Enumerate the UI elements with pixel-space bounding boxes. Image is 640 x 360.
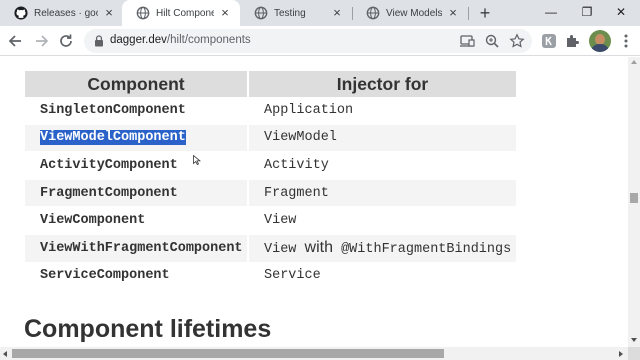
forward-button[interactable] xyxy=(30,30,52,52)
table-row: ViewModelComponent ViewModel xyxy=(25,124,516,153)
close-icon[interactable]: × xyxy=(446,6,460,20)
scrollbar-corner xyxy=(628,347,640,360)
injector-cell: Fragment xyxy=(249,179,516,208)
tab-title: Releases · google/dagger xyxy=(34,7,98,19)
component-cell: FragmentComponent xyxy=(25,179,249,208)
page-content: Component Injector for SingletonComponen… xyxy=(0,57,628,347)
table-row: ViewComponent View xyxy=(25,207,516,235)
arrow-left-icon xyxy=(8,35,21,47)
tab-hilt-components[interactable]: Hilt Components × xyxy=(122,0,240,26)
close-icon[interactable]: × xyxy=(330,6,344,20)
table-header-row: Component Injector for xyxy=(25,71,516,97)
install-app-icon[interactable] xyxy=(459,33,475,49)
column-header-injector-for: Injector for xyxy=(249,71,516,97)
tab-title: Testing xyxy=(274,7,306,19)
tab-releases[interactable]: Releases · google/dagger × xyxy=(0,0,124,26)
url-host: dagger.dev xyxy=(110,34,167,46)
components-table: Component Injector for SingletonComponen… xyxy=(25,71,516,291)
table-row: ActivityComponent Activity xyxy=(25,152,516,180)
horizontal-scroll-thumb[interactable] xyxy=(12,349,444,358)
injector-cell: View with @WithFragmentBindings xyxy=(249,234,516,263)
github-icon xyxy=(14,6,28,20)
back-button[interactable] xyxy=(5,30,27,52)
table-row: FragmentComponent Fragment xyxy=(25,179,516,208)
avatar[interactable] xyxy=(589,30,611,52)
mouse-cursor-icon xyxy=(193,155,201,165)
tab-separator xyxy=(468,7,469,20)
component-cell: ViewModelComponent xyxy=(25,124,249,153)
arrow-right-icon xyxy=(36,35,49,47)
component-cell: ActivityComponent xyxy=(25,152,249,180)
section-heading: Component lifetimes xyxy=(24,315,272,343)
close-icon[interactable]: × xyxy=(218,6,232,20)
table-row: ViewWithFragmentComponent View with @Wit… xyxy=(25,234,516,263)
reload-icon xyxy=(60,34,72,47)
new-tab-button[interactable]: + xyxy=(474,2,496,24)
vertical-scroll-thumb[interactable] xyxy=(630,193,638,203)
lock-icon[interactable] xyxy=(92,34,106,48)
injector-cell: Application xyxy=(249,97,516,125)
vertical-scrollbar[interactable] xyxy=(628,57,640,347)
restore-button[interactable]: ❐ xyxy=(568,0,606,26)
injector-cell: Service xyxy=(249,263,516,291)
injector-cell: Activity xyxy=(249,152,516,180)
component-cell: ViewComponent xyxy=(25,207,249,235)
extension-k-icon[interactable] xyxy=(540,32,558,50)
globe-icon xyxy=(254,6,268,20)
tab-title: Hilt Components xyxy=(156,7,214,19)
horizontal-scrollbar[interactable] xyxy=(0,347,628,360)
puzzle-icon[interactable] xyxy=(564,32,582,50)
scroll-left-arrow-icon[interactable] xyxy=(2,350,8,358)
tab-title: View Models xyxy=(386,7,442,19)
code-annotation: @WithFragmentBindings xyxy=(341,242,512,258)
text-with: with xyxy=(304,239,333,257)
star-icon[interactable] xyxy=(509,33,525,49)
avatar-body xyxy=(591,44,609,52)
browser-toolbar: dagger.dev/hilt/components xyxy=(0,26,640,56)
close-icon[interactable]: × xyxy=(102,6,116,20)
globe-icon xyxy=(136,6,150,20)
tab-view-models[interactable]: View Models × xyxy=(352,0,468,26)
url-text[interactable]: dagger.dev/hilt/components xyxy=(110,34,251,46)
reload-button[interactable] xyxy=(55,30,77,52)
scroll-up-arrow-icon[interactable] xyxy=(630,59,638,65)
scroll-down-arrow-icon[interactable] xyxy=(630,337,638,343)
component-cell: SingletonComponent xyxy=(25,97,249,125)
address-bar[interactable]: dagger.dev/hilt/components xyxy=(84,29,532,53)
column-header-component: Component xyxy=(25,71,249,97)
injector-cell: View xyxy=(249,207,516,235)
url-path: /hilt/components xyxy=(166,34,251,46)
tab-testing[interactable]: Testing × xyxy=(240,0,352,26)
table-row: SingletonComponent Application xyxy=(25,97,516,125)
minimize-button[interactable]: — xyxy=(532,0,570,26)
selected-text[interactable]: ViewModelComponent xyxy=(40,130,186,146)
injector-cell: ViewModel xyxy=(249,124,516,153)
table-row: ServiceComponent Service xyxy=(25,262,516,291)
kebab-menu-icon[interactable] xyxy=(617,32,635,50)
scroll-right-arrow-icon[interactable] xyxy=(618,350,624,358)
globe-icon xyxy=(366,6,380,20)
component-cell: ServiceComponent xyxy=(25,262,249,291)
zoom-icon[interactable] xyxy=(484,33,500,49)
code-view: View xyxy=(264,242,297,258)
window-close-button[interactable]: ✕ xyxy=(602,0,640,26)
component-cell: ViewWithFragmentComponent xyxy=(25,234,249,263)
tab-strip: Releases · google/dagger × Hilt Componen… xyxy=(0,0,640,26)
